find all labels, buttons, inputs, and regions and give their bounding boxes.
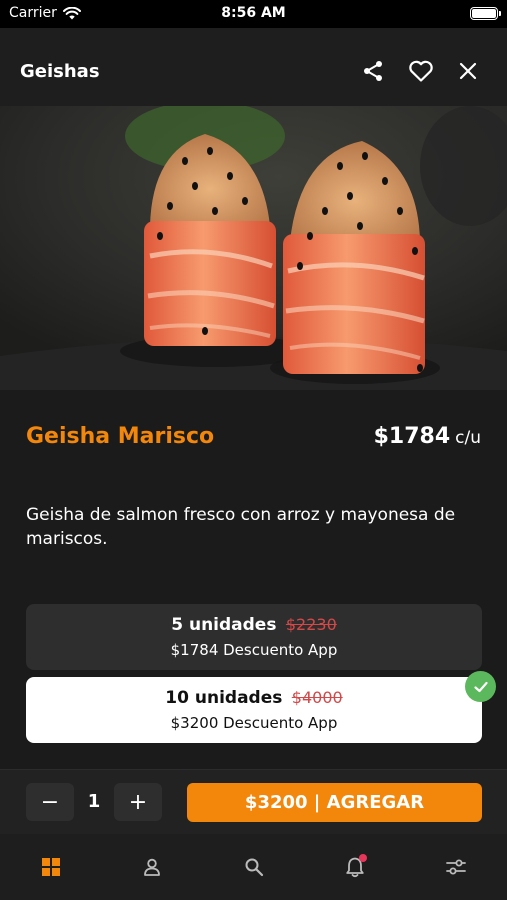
option-units: 5 unidades (171, 615, 277, 635)
share-button[interactable] (360, 58, 386, 84)
favorite-button[interactable] (408, 58, 434, 84)
battery-icon (470, 7, 501, 20)
product-description: Geisha de salmon fresco con arroz y mayo… (26, 505, 456, 549)
status-time: 8:56 AM (221, 5, 286, 21)
price-unit: c/u (455, 428, 481, 448)
price-value: $1784 (373, 424, 451, 449)
tab-menu[interactable] (36, 852, 66, 882)
tab-filters[interactable] (441, 852, 471, 882)
header: Geishas (0, 28, 507, 106)
page-title: Geishas (20, 61, 100, 82)
grid-icon (42, 858, 60, 876)
option-5-units[interactable]: 5 unidades $2230 $1784 Descuento App (26, 604, 482, 670)
quantity-value: 1 (87, 791, 101, 812)
quantity-increase-button[interactable]: + (114, 783, 162, 821)
add-to-cart-button[interactable]: $3200 | AGREGAR (187, 783, 482, 822)
user-icon (144, 858, 160, 876)
product-image (0, 106, 507, 390)
quantity-decrease-button[interactable]: − (26, 783, 74, 821)
close-icon (459, 62, 477, 80)
notification-badge (359, 854, 367, 862)
option-units: 10 unidades (165, 688, 283, 708)
option-old-price: $4000 (291, 688, 343, 707)
option-10-units[interactable]: 10 unidades $4000 $3200 Descuento App (26, 671, 496, 743)
product-name: Geisha Marisco (26, 424, 215, 449)
option-app-price: $3200 Descuento App (170, 714, 338, 732)
filter-icon (446, 859, 466, 875)
option-app-price: $1784 Descuento App (170, 641, 338, 659)
search-icon (245, 858, 264, 877)
tab-bar (0, 834, 507, 900)
close-button[interactable] (455, 58, 481, 84)
action-bar: − 1 + $3200 | AGREGAR (0, 769, 507, 834)
product-price: $1784 c/u (374, 424, 481, 449)
tab-profile[interactable] (137, 852, 167, 882)
share-icon (364, 61, 382, 81)
option-old-price: $2230 (285, 615, 337, 634)
check-icon (465, 671, 496, 702)
tab-notifications[interactable] (340, 852, 370, 882)
status-bar: Carrier 8:56 AM (0, 0, 507, 28)
tab-search[interactable] (239, 852, 269, 882)
heart-icon (409, 60, 433, 82)
